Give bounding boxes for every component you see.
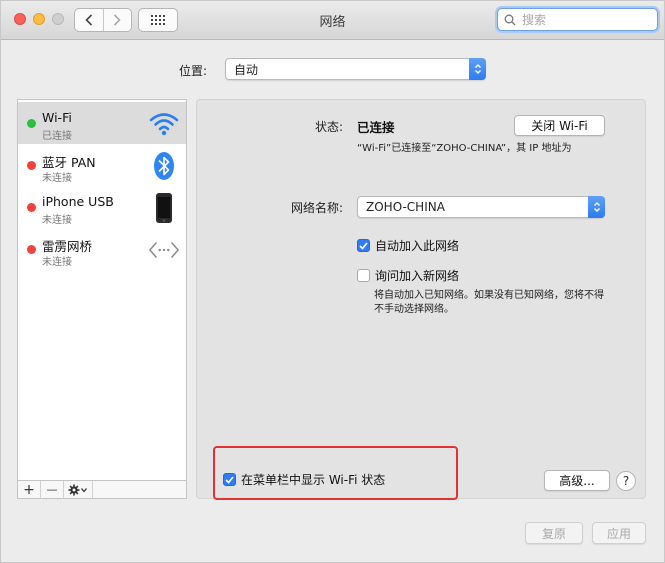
network-name-label: 网络名称: [290,201,343,215]
search-field[interactable] [497,8,658,31]
auto-join-label: 自动加入此网络 [375,239,460,253]
search-input[interactable] [520,11,644,28]
status-value: 已连接 [357,120,395,135]
revert-button[interactable]: 复原 [525,522,583,544]
service-name: iPhone USB [42,194,114,209]
advanced-button[interactable]: 高级... [544,470,610,491]
gear-icon [68,484,87,495]
status-dot [27,245,36,254]
status-dot [27,203,36,212]
show-wifi-status-checkbox[interactable]: 在菜单栏中显示 Wi-Fi 状态 [223,471,385,488]
service-list: Wi-Fi 已连接 蓝牙 PAN 未连接 iPhone USB 未连接 雷雳网桥… [17,99,187,499]
service-item-wifi[interactable]: Wi-Fi 已连接 [18,102,186,144]
help-button[interactable]: ? [616,471,636,491]
apply-button[interactable]: 应用 [592,522,646,544]
location-label: 位置: [179,64,208,78]
iphone-icon [148,192,180,224]
popup-arrows-icon [469,58,486,80]
network-name-popup[interactable]: ZOHO-CHINA [357,196,605,218]
popup-arrows-icon [588,196,605,218]
location-popup[interactable]: 自动 [225,58,486,80]
ask-join-note: 将自动加入已知网络。如果没有已知网络，您将不得不手动选择网络。 [374,290,604,315]
ask-join-checkbox[interactable]: 询问加入新网络 [357,267,459,284]
add-service-button[interactable]: + [18,481,41,498]
turn-off-wifi-button[interactable]: 关闭 Wi-Fi [514,115,605,136]
checkbox-empty-icon [357,269,370,282]
service-status: 未连接 [42,173,72,184]
remove-service-button[interactable]: — [41,481,64,498]
status-description: “Wi-Fi”已连接至“ZOHO-CHINA”，其 IP 地址为 [357,143,572,154]
service-item-iphone-usb[interactable]: iPhone USB 未连接 [18,186,186,228]
wifi-icon [148,108,180,140]
service-item-thunderbolt-bridge[interactable]: 雷雳网桥 未连接 [18,228,186,270]
bluetooth-icon [148,150,180,182]
service-status: 未连接 [42,215,72,226]
network-preferences-window: 网络 位置: 自动 Wi-Fi 已连接 [0,0,665,563]
title-bar: 网络 [1,1,664,40]
checkmark-icon [223,473,236,486]
service-status: 未连接 [42,257,72,268]
service-list-toolbar: + — [17,480,187,499]
action-menu-button[interactable] [64,481,93,498]
ask-join-label: 询问加入新网络 [375,269,460,283]
status-dot [27,119,36,128]
auto-join-checkbox[interactable]: 自动加入此网络 [357,237,459,254]
service-item-bluetooth-pan[interactable]: 蓝牙 PAN 未连接 [18,144,186,186]
status-label: 状态: [314,120,343,134]
service-status: 已连接 [42,131,72,142]
location-value: 自动 [234,62,259,77]
status-dot [27,161,36,170]
checkmark-icon [357,239,370,252]
service-name: Wi-Fi [42,110,72,125]
search-icon [504,14,516,25]
thunderbolt-bridge-icon [148,234,180,266]
network-name-value: ZOHO-CHINA [366,200,445,214]
show-wifi-status-label: 在菜单栏中显示 Wi-Fi 状态 [241,473,386,487]
